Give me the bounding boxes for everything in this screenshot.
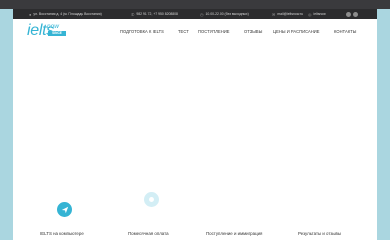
page-background-left [0,9,13,240]
hours-item: ◷ 10.00-22.00 (без выходных) [200,9,249,19]
page-background-right [377,9,390,240]
nav-reviews[interactable]: ОТЗЫВЫ [244,29,262,37]
clock-icon: ◷ [200,11,204,17]
social-handle-item[interactable]: ◎ ieltsnow [308,9,326,19]
logo[interactable]: ielts now SINCE [27,22,67,44]
top-info-bar: ● ул. Восстания д. 4 (м. Площадь Восстан… [13,9,377,19]
instagram-icon: ◎ [308,11,312,17]
send-icon [61,206,68,213]
phone-text[interactable]: 982 91 72, +7 950 8208808 [136,12,178,16]
nav-admission[interactable]: ПОСТУПЛЕНИЕ [198,29,230,37]
window-top-edge [0,0,390,9]
monthly-payment-feature-icon[interactable] [144,192,159,207]
phone-icon: ✆ [131,11,135,17]
nav-prices-schedule[interactable]: ЦЕНЫ И РАСПИСАНИЕ [273,29,320,37]
feature-computer-test[interactable]: IELTS на компьютере [40,231,84,236]
email-text[interactable]: mail@ieltsnow.ru [277,12,303,16]
nav-contacts[interactable]: КОНТАКТЫ [334,29,356,37]
email-item[interactable]: ✉ mail@ieltsnow.ru [272,9,303,19]
feature-monthly-payment[interactable]: Помесячная оплата [128,231,169,236]
facebook-icon[interactable] [353,11,358,17]
feature-results-reviews[interactable]: Результаты и отзывы [298,231,341,236]
nav-ielts-prep[interactable]: ПОДГОТОВКА К IELTS [120,29,164,37]
address-item: ● ул. Восстания д. 4 (м. Площадь Восстан… [29,9,102,19]
computer-test-feature-icon[interactable] [57,202,72,217]
logo-now-text: now [47,23,59,30]
location-icon: ● [29,11,32,17]
payment-icon [149,197,154,202]
phone-item[interactable]: ✆ 982 91 72, +7 950 8208808 [131,9,178,19]
feature-admission-immigration[interactable]: Поступление и иммиграция [206,231,262,236]
logo-badge: SINCE [48,31,66,36]
vk-icon[interactable] [346,11,351,17]
hours-text: 10.00-22.00 (без выходных) [205,12,249,16]
social-handle-text[interactable]: ieltsnow [314,12,326,16]
address-text: ул. Восстания д. 4 (м. Площадь Восстания… [33,12,102,16]
nav-test[interactable]: ТЕСТ [178,29,189,37]
mail-icon: ✉ [272,11,276,17]
page: ● ул. Восстания д. 4 (м. Площадь Восстан… [13,9,377,240]
